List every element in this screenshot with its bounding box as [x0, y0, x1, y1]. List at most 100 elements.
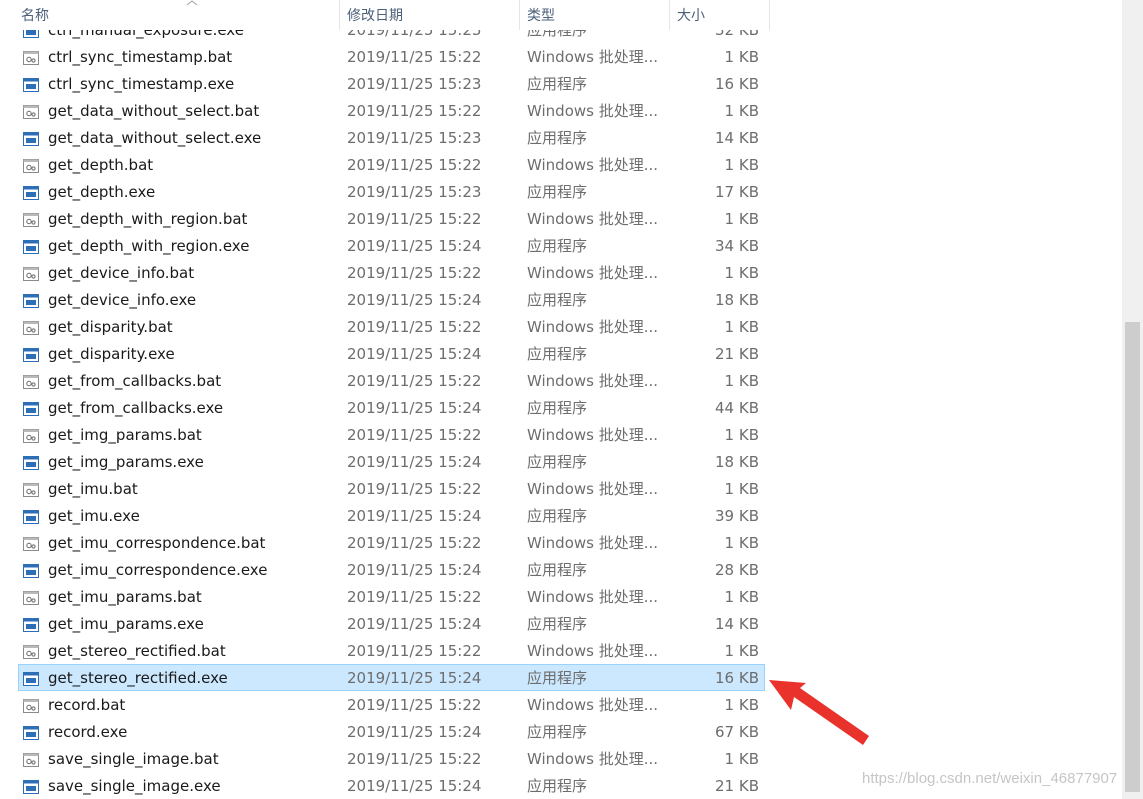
file-type: 应用程序 — [527, 129, 588, 147]
application-icon — [23, 293, 39, 308]
file-name: get_imu_params.bat — [48, 588, 202, 606]
file-size: 67 KB — [715, 723, 759, 741]
file-name: get_imu.exe — [48, 507, 140, 525]
file-date: 2019/11/25 15:24 — [347, 237, 482, 255]
file-date: 2019/11/25 15:24 — [347, 453, 482, 471]
file-date: 2019/11/25 15:24 — [347, 507, 482, 525]
file-size: 21 KB — [715, 345, 759, 363]
column-header-size[interactable]: 大小 — [670, 0, 770, 30]
column-header-name-label: 名称 — [21, 8, 49, 24]
file-row[interactable]: record.exe 2019/11/25 15:24 应用程序 67 KB — [18, 718, 765, 745]
file-date: 2019/11/25 15:24 — [347, 345, 482, 363]
file-row[interactable]: get_img_params.bat 2019/11/25 15:22 Window… — [18, 421, 765, 448]
file-size: 1 KB — [724, 588, 759, 606]
column-header-name[interactable]: 名称 — [14, 0, 340, 30]
file-row[interactable]: get_stereo_rectified.bat 2019/11/25 15:22… — [18, 637, 765, 664]
file-name: get_disparity.exe — [48, 345, 175, 363]
file-row[interactable]: get_imu_params.bat 2019/11/25 15:22 Window… — [18, 583, 765, 610]
application-icon — [23, 563, 39, 578]
file-size: 14 KB — [715, 129, 759, 147]
file-type: 应用程序 — [527, 669, 588, 687]
file-row[interactable]: get_data_without_select.exe 2019/11/25 15… — [18, 124, 765, 151]
file-row[interactable]: get_depth.bat 2019/11/25 15:22 Windows 批处理… — [18, 151, 765, 178]
file-date: 2019/11/25 15:24 — [347, 399, 482, 417]
batch-file-icon — [23, 212, 39, 227]
file-type: 应用程序 — [527, 399, 588, 417]
file-type: Windows 批处理... — [527, 426, 659, 444]
file-row[interactable]: get_depth_with_region.bat 2019/11/25 15:2… — [18, 205, 765, 232]
file-type: Windows 批处理... — [527, 588, 659, 606]
file-row[interactable]: get_imu.bat 2019/11/25 15:22 Windows 批处理..… — [18, 475, 765, 502]
column-header-date[interactable]: 修改日期 — [340, 0, 520, 30]
file-row[interactable]: record.bat 2019/11/25 15:22 Windows 批处理...… — [18, 691, 765, 718]
file-name: get_from_callbacks.exe — [48, 399, 224, 417]
application-icon — [23, 77, 39, 92]
file-row[interactable]: get_imu_params.exe 2019/11/25 15:24 应用程序 14… — [18, 610, 765, 637]
file-type: 应用程序 — [527, 183, 588, 201]
file-row[interactable]: get_imu_correspondence.bat 2019/11/25 15:… — [18, 529, 765, 556]
batch-file-icon — [23, 644, 39, 659]
file-name: get_stereo_rectified.exe — [48, 669, 228, 687]
file-name: get_device_info.exe — [48, 291, 197, 309]
file-type: 应用程序 — [527, 615, 588, 633]
file-row[interactable]: get_depth.exe 2019/11/25 15:23 应用程序 17 KB — [18, 178, 765, 205]
file-row[interactable]: get_imu.exe 2019/11/25 15:24 应用程序 39 KB — [18, 502, 765, 529]
file-date: 2019/11/25 15:22 — [347, 210, 482, 228]
column-header-type[interactable]: 类型 — [520, 0, 670, 30]
file-name: get_depth_with_region.exe — [48, 237, 250, 255]
file-size: 18 KB — [715, 453, 759, 471]
vertical-scrollbar[interactable] — [1122, 0, 1143, 799]
file-size: 1 KB — [724, 372, 759, 390]
file-name: get_imu.bat — [48, 480, 138, 498]
file-size: 1 KB — [724, 156, 759, 174]
file-row[interactable]: ctrl_sync_timestamp.exe 2019/11/25 15:23 应… — [18, 70, 765, 97]
file-size: 39 KB — [715, 507, 759, 525]
batch-file-icon — [23, 536, 39, 551]
column-header: 名称 修改日期 类型 大小 — [0, 0, 770, 30]
file-date: 2019/11/25 15:22 — [347, 642, 482, 660]
file-name: get_img_params.bat — [48, 426, 202, 444]
file-row[interactable]: ctrl_sync_timestamp.bat 2019/11/25 15:22 W… — [18, 43, 765, 70]
file-name: ctrl_sync_timestamp.exe — [48, 75, 235, 93]
file-name: get_data_without_select.bat — [48, 102, 260, 120]
file-row[interactable]: get_device_info.bat 2019/11/25 15:22 Windo… — [18, 259, 765, 286]
batch-file-icon — [23, 428, 39, 443]
file-row[interactable]: get_device_info.exe 2019/11/25 15:24 应用程序 1… — [18, 286, 765, 313]
file-date: 2019/11/25 15:22 — [347, 102, 482, 120]
file-row[interactable]: get_from_callbacks.exe 2019/11/25 15:24 应用… — [18, 394, 765, 421]
file-row[interactable]: get_imu_correspondence.exe 2019/11/25 15:… — [18, 556, 765, 583]
file-name: get_disparity.bat — [48, 318, 173, 336]
file-date: 2019/11/25 15:23 — [347, 183, 482, 201]
file-date: 2019/11/25 15:22 — [347, 372, 482, 390]
file-row[interactable]: get_from_callbacks.bat 2019/11/25 15:22 Wi… — [18, 367, 765, 394]
file-row[interactable]: get_data_without_select.bat 2019/11/25 15… — [18, 97, 765, 124]
file-row[interactable]: get_img_params.exe 2019/11/25 15:24 应用程序 18… — [18, 448, 765, 475]
application-icon — [23, 401, 39, 416]
file-type: Windows 批处理... — [527, 102, 659, 120]
file-type: 应用程序 — [527, 453, 588, 471]
file-list[interactable]: ctrl_manual_exposure.exe 2019/11/25 15:23… — [0, 0, 1120, 799]
file-name: get_depth.bat — [48, 156, 154, 174]
column-header-type-label: 类型 — [527, 8, 555, 24]
file-size: 1 KB — [724, 642, 759, 660]
scrollbar-thumb[interactable] — [1125, 322, 1140, 792]
file-date: 2019/11/25 15:24 — [347, 669, 482, 687]
file-row[interactable]: save_single_image.exe 2019/11/25 15:24 应用程… — [18, 772, 765, 799]
file-row[interactable]: get_depth_with_region.exe 2019/11/25 15:2… — [18, 232, 765, 259]
file-type: Windows 批处理... — [527, 696, 659, 714]
file-row[interactable]: get_disparity.bat 2019/11/25 15:22 Windows… — [18, 313, 765, 340]
file-name: record.bat — [48, 696, 126, 714]
batch-file-icon — [23, 158, 39, 173]
file-type: 应用程序 — [527, 561, 588, 579]
file-row[interactable]: save_single_image.bat 2019/11/25 15:22 Win… — [18, 745, 765, 772]
file-row[interactable]: get_disparity.exe 2019/11/25 15:24 应用程序 21 … — [18, 340, 765, 367]
file-row[interactable]: get_stereo_rectified.exe 2019/11/25 15:24… — [18, 664, 765, 691]
file-date: 2019/11/25 15:22 — [347, 156, 482, 174]
file-explorer: ctrl_manual_exposure.exe 2019/11/25 15:23… — [0, 0, 1143, 799]
file-size: 34 KB — [715, 237, 759, 255]
file-type: Windows 批处理... — [527, 48, 659, 66]
file-name: get_depth_with_region.bat — [48, 210, 248, 228]
file-type: 应用程序 — [527, 75, 588, 93]
file-date: 2019/11/25 15:22 — [347, 696, 482, 714]
file-type: Windows 批处理... — [527, 318, 659, 336]
